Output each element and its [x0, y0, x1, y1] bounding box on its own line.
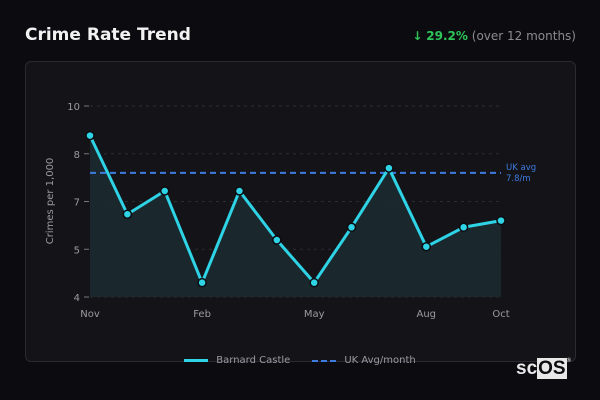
data-point	[85, 130, 95, 141]
x-tick-label: Aug	[417, 309, 437, 320]
data-point	[272, 235, 282, 245]
scos-logo: scOS®	[516, 358, 571, 380]
y-tick-label: 7	[74, 198, 80, 209]
y-axis-label: Crimes per 1,000	[45, 158, 56, 245]
x-tick-label: May	[304, 309, 325, 320]
legend-label: Barnard Castle	[216, 355, 291, 366]
logo-text-box: OS	[537, 358, 567, 379]
legend-item-barnard-castle[interactable]: Barnard Castle	[184, 355, 290, 366]
data-point	[496, 215, 506, 226]
uk-avg-label: UK avg	[506, 163, 536, 173]
data-point	[234, 186, 245, 196]
dashed-line-swatch-icon	[312, 359, 337, 362]
y-tick-label: 8	[74, 150, 80, 161]
uk-avg-value-label: 7.8/m	[506, 174, 531, 184]
registered-mark: ®	[566, 358, 572, 364]
area-fill	[90, 135, 501, 297]
line-chart: 4 5 7 8 10 Nov Feb May Aug Oct Crimes per 1,000 UK …	[45, 102, 536, 320]
legend-label: UK Avg/month	[344, 355, 416, 366]
logo-text: sc	[516, 358, 538, 379]
data-point	[346, 222, 357, 233]
data-point	[421, 241, 432, 252]
data-point	[159, 186, 170, 196]
x-tick-label: Nov	[80, 309, 100, 320]
data-point	[309, 277, 319, 288]
solid-line-swatch-icon	[184, 359, 209, 362]
y-tick-label: 5	[74, 245, 80, 256]
data-point	[122, 209, 133, 219]
legend: Barnard Castle UK Avg/month	[0, 355, 600, 366]
data-point	[458, 222, 469, 233]
x-tick-label: Oct	[492, 309, 509, 320]
data-point	[384, 163, 394, 173]
y-tick-label: 4	[74, 293, 80, 304]
y-tick-label: 10	[67, 102, 80, 113]
data-point	[197, 277, 207, 288]
x-tick-label: Feb	[193, 309, 211, 320]
legend-item-uk-avg[interactable]: UK Avg/month	[312, 355, 416, 366]
